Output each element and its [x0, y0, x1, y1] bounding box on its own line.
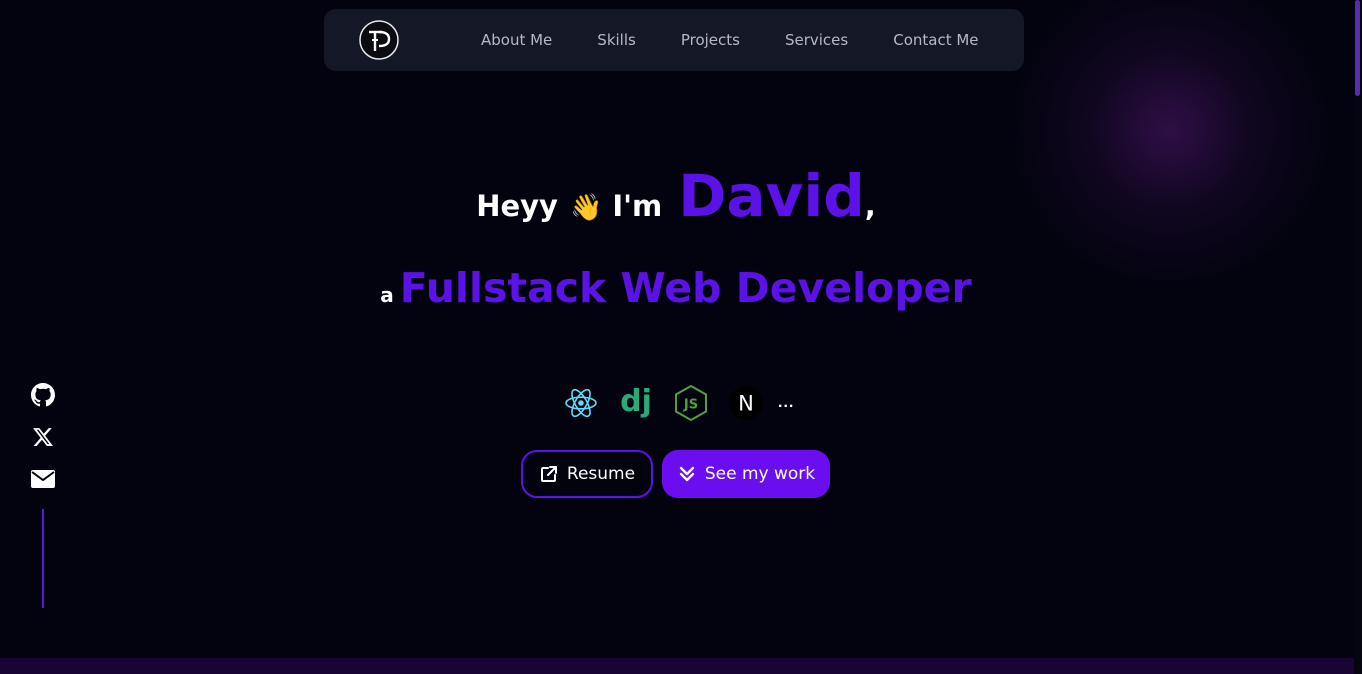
role-text: Fullstack Web Developer [399, 264, 972, 312]
nodejs-icon: JS [672, 384, 710, 422]
see-my-work-button-label: See my work [704, 464, 816, 484]
nav-link-about-me[interactable]: About Me [481, 31, 552, 49]
im-text: I'm [612, 189, 663, 223]
page: About Me Skills Projects Services Contac… [0, 0, 1362, 674]
github-icon[interactable] [30, 382, 56, 408]
article-text: a [380, 283, 394, 307]
django-icon-text: dj [620, 384, 652, 419]
more-tech-ellipsis: ... [778, 394, 795, 411]
nextjs-icon-text: N [738, 392, 754, 416]
nav-links: About Me Skills Projects Services Contac… [481, 9, 979, 71]
hero-role: a Fullstack Web Developer [0, 264, 1352, 312]
mail-icon[interactable] [30, 466, 56, 492]
nav-link-contact-me[interactable]: Contact Me [893, 31, 978, 49]
next-section-edge [0, 658, 1354, 674]
scrollbar[interactable] [1354, 0, 1362, 674]
logo-icon[interactable] [359, 20, 399, 60]
greeting-text: Heyy [476, 189, 558, 223]
django-icon: dj [617, 384, 655, 422]
hero-greeting: Heyy 👋 I'm David, [0, 162, 1352, 230]
nav-link-services[interactable]: Services [785, 31, 848, 49]
nav-link-projects[interactable]: Projects [681, 31, 740, 49]
scrollbar-thumb[interactable] [1355, 0, 1360, 96]
react-icon [562, 384, 600, 422]
waving-hand-icon: 👋 [569, 193, 603, 223]
background-glow [1000, 0, 1340, 280]
double-chevron-down-icon [677, 464, 697, 484]
external-link-icon [539, 464, 559, 484]
navbar: About Me Skills Projects Services Contac… [324, 9, 1024, 71]
comma-text: , [864, 189, 876, 223]
see-my-work-button[interactable]: See my work [662, 450, 830, 498]
x-twitter-icon[interactable] [30, 424, 56, 450]
resume-button[interactable]: Resume [521, 450, 653, 498]
social-divider-line [42, 509, 44, 608]
nextjs-icon: N [727, 384, 765, 422]
tech-stack: dj JS N ... [562, 383, 794, 423]
nodejs-icon-text: JS [683, 398, 698, 413]
hero-name: David [678, 162, 865, 230]
nav-link-skills[interactable]: Skills [597, 31, 636, 49]
resume-button-label: Resume [566, 464, 636, 484]
